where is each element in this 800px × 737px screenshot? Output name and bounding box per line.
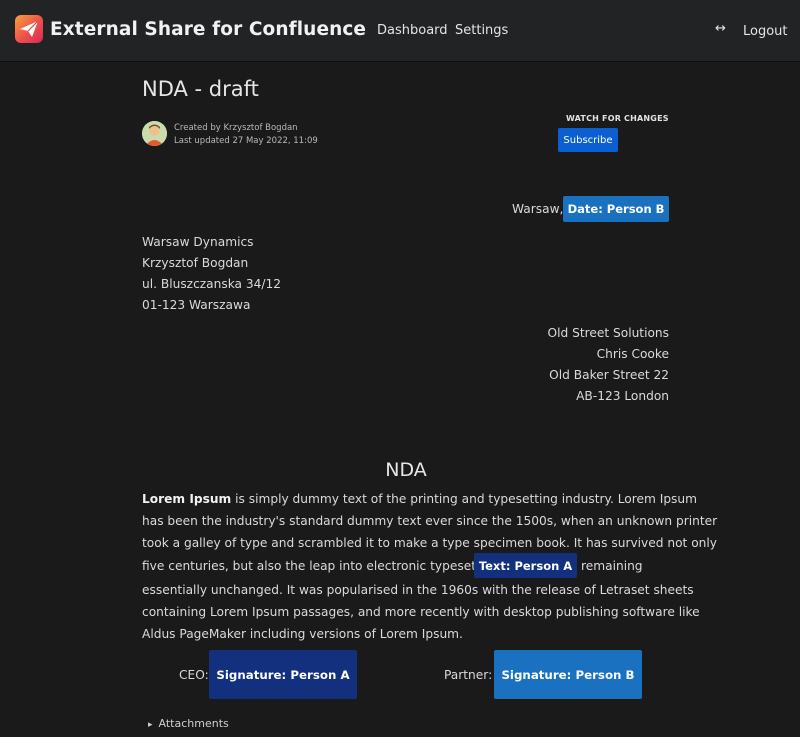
top-navigation-bar: External Share for Confluence Dashboard … [0, 0, 800, 62]
paragraph-line: has been the industry's standard dummy t… [142, 514, 718, 528]
attachments-label: Attachments [158, 717, 229, 730]
created-by-text: Created by Krzysztof Bogdan [174, 123, 298, 133]
recipient-line: Chris Cooke [596, 347, 669, 361]
user-avatar-icon [142, 121, 167, 146]
bold-term: Lorem Ipsum [142, 492, 232, 506]
partner-label: Partner: [444, 668, 493, 682]
paper-plane-icon [20, 20, 39, 37]
app-title[interactable]: External Share for Confluence [50, 19, 366, 40]
text-field-person-a[interactable]: Text: Person A [474, 553, 577, 578]
swap-arrows-icon[interactable]: ↔ [715, 21, 726, 36]
paragraph-line: Lorem Ipsum is simply dummy text of the … [142, 492, 697, 506]
nav-settings-link[interactable]: Settings [455, 23, 508, 38]
date-field-person-b[interactable]: Date: Person B [563, 196, 669, 222]
paragraph-line: Aldus PageMaker including versions of Lo… [142, 627, 463, 641]
watch-for-changes-label: WATCH FOR CHANGES [566, 114, 669, 123]
sender-line: ul. Bluszczanska 34/12 [142, 277, 282, 291]
signature-field-person-a[interactable]: Signature: Person A [209, 650, 357, 699]
sender-line: Warsaw Dynamics [142, 235, 254, 249]
sender-line: 01-123 Warszawa [142, 298, 251, 312]
ceo-label: CEO: [179, 668, 209, 682]
chevron-right-icon: ▸ [148, 720, 153, 730]
signature-field-person-b[interactable]: Signature: Person B [494, 650, 642, 699]
page-title: NDA - draft [142, 77, 259, 101]
place-text: Warsaw, [512, 202, 564, 216]
nav-dashboard-link[interactable]: Dashboard [377, 23, 448, 38]
attachments-toggle[interactable]: ▸ Attachments [148, 717, 229, 730]
recipient-line: Old Street Solutions [547, 326, 670, 340]
logout-link[interactable]: Logout [743, 24, 788, 39]
author-avatar [142, 121, 167, 146]
subscribe-button[interactable]: Subscribe [558, 128, 618, 152]
paragraph-text: remaining [581, 559, 643, 573]
last-updated-text: Last updated 27 May 2022, 11:09 [174, 136, 318, 146]
paragraph-line: five centuries, but also the leap into e… [142, 559, 504, 573]
paragraph-text: is simply dummy text of the printing and… [231, 492, 698, 506]
recipient-line: AB-123 London [576, 389, 669, 403]
document-heading: NDA [385, 459, 427, 481]
sender-line: Krzysztof Bogdan [142, 256, 249, 270]
app-logo[interactable] [15, 15, 43, 43]
paragraph-line: took a galley of type and scrambled it t… [142, 536, 717, 550]
recipient-line: Old Baker Street 22 [549, 368, 669, 382]
paragraph-line: essentially unchanged. It was popularise… [142, 583, 694, 597]
paragraph-line: containing Lorem Ipsum passages, and mor… [142, 605, 700, 619]
